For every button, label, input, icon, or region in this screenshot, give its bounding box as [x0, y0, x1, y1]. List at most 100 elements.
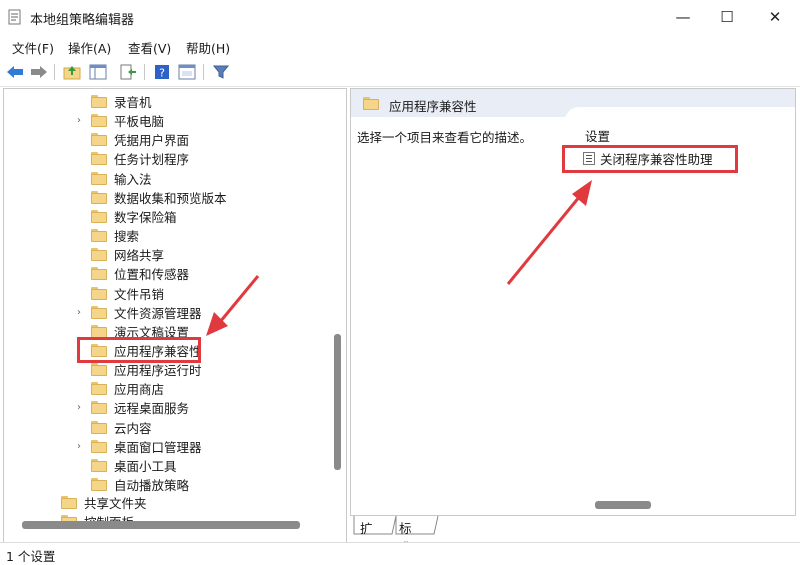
tree-item-label: 自动播放策略 — [114, 478, 190, 493]
folder-icon — [61, 496, 77, 509]
tree-item-label: 录音机 — [114, 95, 152, 110]
properties-icon — [178, 64, 196, 80]
tree-item-label: 文件吊销 — [114, 286, 165, 302]
folder-icon — [91, 95, 107, 108]
tree-item[interactable]: 自动播放策略 — [73, 475, 189, 494]
chevron-right-icon[interactable]: › — [73, 307, 85, 318]
tree-item[interactable]: › 桌面窗口管理器 — [73, 437, 202, 456]
tree-item[interactable]: 输入法 — [73, 169, 152, 188]
tree-item-label: 输入法 — [114, 171, 152, 187]
tree-item-label: 应用商店 — [114, 382, 165, 398]
tree-item[interactable]: › 远程桌面服务 — [73, 398, 189, 417]
tree-item[interactable]: 云内容 — [73, 418, 152, 437]
tree-item[interactable]: 网络共享 — [73, 245, 164, 264]
tree-item[interactable]: 搜索 — [73, 226, 139, 245]
settings-column-header[interactable]: 设置 — [585, 126, 610, 145]
tree-item[interactable]: 共享文件夹 — [61, 493, 147, 512]
export-list-icon — [120, 64, 136, 80]
tree-horizontal-scrollbar[interactable] — [22, 521, 300, 529]
toolbar: ? — [0, 58, 800, 87]
tree-item[interactable]: 数字保险箱 — [73, 207, 177, 226]
up-folder-icon — [63, 66, 81, 80]
tree-item[interactable]: 凭据用户界面 — [73, 130, 189, 149]
toolbar-separator — [54, 64, 55, 80]
folder-icon — [91, 114, 107, 128]
close-button[interactable]: ✕ — [752, 0, 798, 34]
show-hide-tree-button[interactable] — [88, 62, 108, 82]
tree-item-label: 任务计划程序 — [114, 152, 190, 168]
folder-icon — [91, 401, 107, 415]
tree-item[interactable]: 数据收集和预览版本 — [73, 188, 227, 207]
toolbar-separator — [144, 64, 145, 80]
maximize-button[interactable]: ☐ — [704, 0, 750, 34]
up-folder-button[interactable] — [62, 62, 82, 82]
filter-button[interactable] — [211, 62, 231, 82]
policy-editor-app-icon — [8, 9, 21, 25]
help-button[interactable]: ? — [152, 62, 172, 82]
folder-icon — [91, 133, 107, 147]
folder-icon — [91, 171, 107, 185]
menu-view[interactable]: 查看(V) — [128, 38, 171, 57]
minimize-button[interactable]: — — [660, 0, 706, 34]
properties-button[interactable] — [177, 62, 197, 82]
folder-icon — [91, 152, 107, 166]
folder-icon — [91, 382, 107, 396]
folder-icon — [91, 324, 107, 338]
tree-item-label: 数据收集和预览版本 — [114, 190, 227, 206]
folder-icon — [91, 209, 107, 223]
folder-icon — [91, 248, 107, 262]
filter-icon — [213, 65, 229, 79]
tree-item[interactable]: 应用商店 — [73, 379, 164, 398]
tree-item-label: 位置和传感器 — [114, 267, 190, 283]
highlight-box-tree-selection — [77, 337, 201, 363]
folder-icon — [91, 478, 107, 491]
help-icon: ? — [155, 65, 169, 80]
tree-item-label: 网络共享 — [114, 248, 165, 264]
folder-icon — [363, 97, 379, 110]
tree-item[interactable]: 位置和传感器 — [73, 264, 189, 283]
menu-action[interactable]: 操作(A) — [68, 38, 111, 57]
chevron-right-icon[interactable]: › — [73, 402, 85, 413]
export-list-button[interactable] — [118, 62, 138, 82]
tree-item-label: 共享文件夹 — [84, 496, 147, 511]
back-arrow-icon — [7, 66, 23, 78]
tree-item[interactable]: 录音机 — [73, 92, 152, 111]
folder-icon — [91, 420, 107, 434]
folder-icon — [91, 286, 107, 300]
folder-icon — [91, 267, 107, 281]
folder-icon — [91, 190, 107, 204]
folder-icon — [91, 305, 107, 319]
tree-item-label: 远程桌面服务 — [114, 401, 190, 417]
tree-item-label: 桌面窗口管理器 — [114, 439, 202, 455]
details-horizontal-scrollbar[interactable] — [595, 501, 651, 509]
tree-vertical-scrollbar[interactable] — [334, 334, 341, 470]
forward-arrow-icon — [31, 66, 47, 78]
folder-icon — [91, 363, 107, 377]
forward-button[interactable] — [29, 62, 49, 82]
tree-item[interactable]: 桌面小工具 — [73, 456, 177, 475]
status-bar: 1 个设置 — [0, 542, 800, 564]
folder-icon — [91, 439, 107, 453]
menu-help[interactable]: 帮助(H) — [186, 38, 230, 57]
tree-item-label: 平板电脑 — [114, 114, 165, 130]
tree-item[interactable]: 文件吊销 — [73, 284, 164, 303]
details-header-title: 应用程序兼容性 — [389, 99, 477, 114]
menu-bar: 文件(F) 操作(A) 查看(V) 帮助(H) — [0, 36, 800, 56]
tree-item-label: 数字保险箱 — [114, 209, 177, 225]
tree-item[interactable]: 任务计划程序 — [73, 149, 189, 168]
tree-item[interactable]: › 平板电脑 — [73, 111, 164, 130]
console-tree-pane[interactable]: 录音机 › 平板电脑凭据用户界面 任务计划程序 输入法数据收集和预览版本 数字保险箱 搜索网… — [3, 88, 347, 543]
title-bar: 本地组策略编辑器 — ☐ ✕ — [0, 0, 800, 34]
description-text: 选择一个项目来查看它的描述。 — [357, 130, 533, 145]
back-button[interactable] — [5, 62, 25, 82]
tree-item-label: 文件资源管理器 — [114, 305, 202, 321]
folder-icon — [91, 458, 107, 472]
maximize-icon: ☐ — [720, 8, 734, 26]
menu-file[interactable]: 文件(F) — [12, 38, 54, 57]
tree-item-label: 凭据用户界面 — [114, 133, 190, 149]
chevron-right-icon[interactable]: › — [73, 441, 85, 452]
console-tree-icon — [89, 64, 107, 80]
tree-item[interactable]: › 文件资源管理器 — [73, 303, 202, 322]
chevron-right-icon[interactable]: › — [73, 115, 85, 126]
close-icon: ✕ — [768, 8, 782, 26]
